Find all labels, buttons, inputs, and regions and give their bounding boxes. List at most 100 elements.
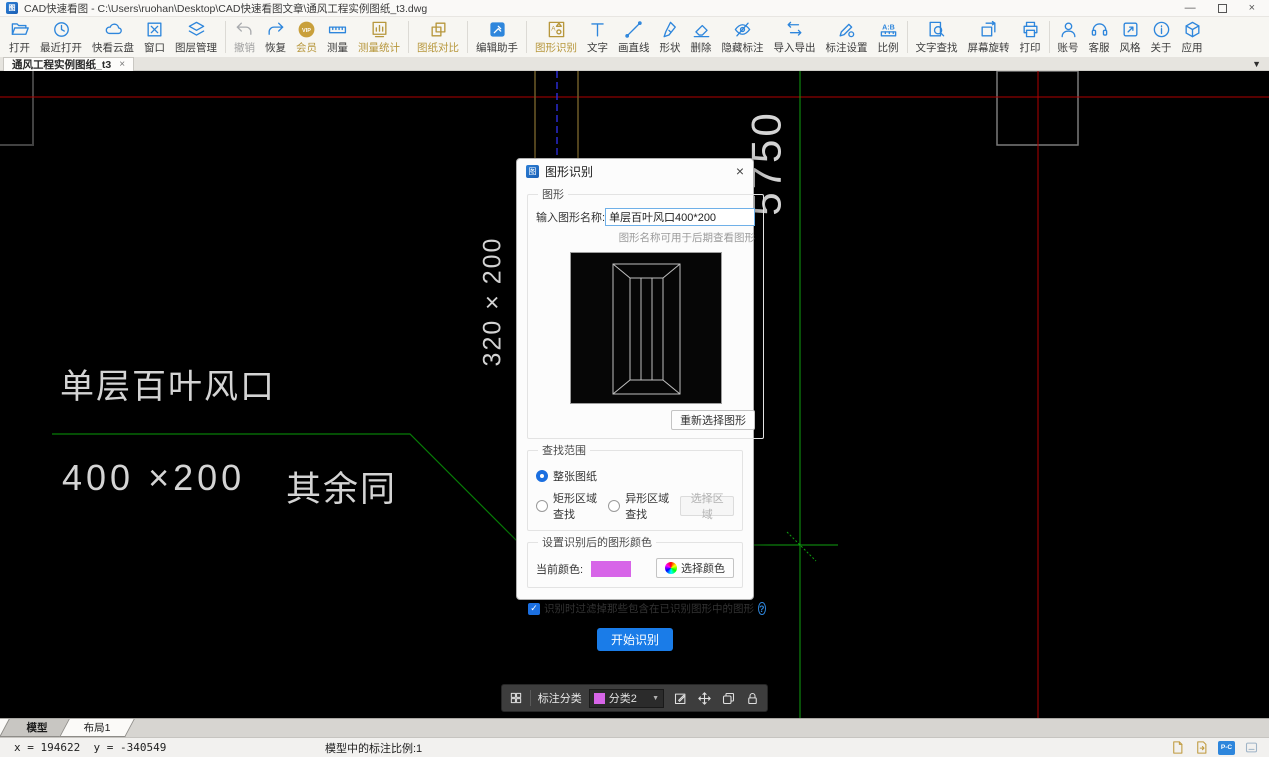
reselect-shape-button[interactable]: 重新选择图形 — [671, 410, 755, 430]
toolbar-divider — [225, 21, 226, 53]
color-wheel-icon — [665, 562, 677, 574]
toolbar-button-print[interactable]: 打印 — [1015, 18, 1046, 56]
compare-icon — [429, 20, 448, 39]
current-color-label: 当前颜色: — [536, 561, 583, 577]
toolbar-button-account[interactable]: 账号 — [1053, 18, 1084, 56]
ruler-icon — [328, 20, 347, 39]
shape-group-legend: 图形 — [538, 186, 568, 202]
toolbar-divider — [408, 21, 409, 53]
print-icon — [1021, 20, 1040, 39]
toolbar-button-ruler[interactable]: 测量 — [322, 18, 353, 56]
lock-tool-button[interactable] — [745, 691, 760, 706]
toolbar-button-app[interactable]: 应用 — [1177, 18, 1208, 56]
style-icon — [1121, 20, 1140, 39]
toolbar-button-ratio[interactable]: A:B比例 — [873, 18, 904, 56]
board-icon — [1244, 740, 1259, 755]
toolbar-button-import-export[interactable]: 导入导出 — [769, 18, 821, 56]
pick-color-button[interactable]: 选择颜色 — [656, 558, 734, 578]
share-export-icon[interactable] — [1194, 740, 1209, 755]
toolbar-button-folder-open[interactable]: 打开 — [4, 18, 35, 56]
filter-checkbox[interactable]: ✓ — [528, 603, 540, 615]
toolbar-button-cloud[interactable]: 快看云盘 — [87, 18, 139, 56]
toolbar-button-recognize[interactable]: A图形识别 — [530, 18, 582, 56]
copy-tool-button[interactable] — [721, 691, 736, 706]
svg-text:VIP: VIP — [302, 27, 311, 33]
toolbar-button-undo[interactable]: 撤销 — [229, 18, 260, 56]
move-icon — [697, 691, 712, 706]
maximize-button[interactable] — [1218, 4, 1227, 13]
pdf-export-icon[interactable] — [1170, 740, 1185, 755]
tab-overflow-caret-icon[interactable]: ▼ — [1252, 59, 1261, 69]
toolbar-divider — [907, 21, 908, 53]
document-tab[interactable]: 通风工程实例图纸_t3 × — [3, 57, 134, 71]
toolbar-button-hide[interactable]: 隐藏标注 — [717, 18, 769, 56]
dialog-app-icon: 图 — [526, 165, 539, 178]
toolbar-button-vip[interactable]: VIP会员 — [291, 18, 322, 56]
dialog-title: 图形识别 — [545, 163, 593, 180]
toolbar-button-compare[interactable]: 图纸对比 — [412, 18, 464, 56]
radio-option[interactable]: 整张图纸 — [536, 468, 597, 484]
toolbar-divider — [526, 21, 527, 53]
toolbar-button-stats[interactable]: 测量统计 — [353, 18, 405, 56]
stats-icon — [370, 20, 389, 39]
dialog-close-icon[interactable]: × — [736, 164, 744, 178]
rotate-icon — [979, 20, 998, 39]
edit-icon — [673, 691, 688, 706]
toolbar-button-clock[interactable]: 最近打开 — [35, 18, 87, 56]
toolbar-button-settings[interactable]: 标注设置 — [821, 18, 873, 56]
toolbar-button-line[interactable]: 画直线 — [613, 18, 655, 56]
redo-icon — [266, 20, 285, 39]
chevron-down-icon: ▼ — [652, 695, 659, 702]
start-recognition-button[interactable]: 开始识别 — [597, 628, 673, 651]
toolbar-button-layers[interactable]: 图层管理 — [170, 18, 222, 56]
edit-tool-button[interactable] — [673, 691, 688, 706]
cad-text-vent-label: 单层百叶风口 — [60, 359, 276, 408]
toolbar-button-window[interactable]: 窗口 — [139, 18, 170, 56]
category-dropdown[interactable]: 分类2 ▼ — [589, 689, 664, 708]
move-tool-button[interactable] — [697, 691, 712, 706]
toolbar-button-style[interactable]: 风格 — [1115, 18, 1146, 56]
help-icon[interactable]: ? — [758, 602, 766, 615]
close-button[interactable]: × — [1249, 0, 1255, 17]
shape-preview — [570, 252, 722, 404]
minimize-button[interactable]: — — [1185, 0, 1196, 17]
find-icon — [927, 20, 946, 39]
text-icon — [588, 20, 607, 39]
assistant-icon — [488, 20, 507, 39]
account-icon — [1059, 20, 1078, 39]
search-range-group: 查找范围 整张图纸 矩形区域查找异形区域查找选择区域 — [527, 442, 743, 531]
radio-option[interactable]: 矩形区域查找 — [536, 490, 603, 522]
annotation-category-label: 标注分类 — [538, 690, 582, 706]
toolbar-button-find[interactable]: 文字查找 — [911, 18, 963, 56]
cad-text-dimension: 400 ×200 — [62, 457, 245, 499]
toolbar-button-rotate[interactable]: 屏幕旋转 — [963, 18, 1015, 56]
whiteboard-icon[interactable] — [1244, 740, 1259, 755]
sheet-tab-layout[interactable]: 布局1 — [64, 719, 130, 737]
grid-icon — [509, 691, 523, 705]
wall-line-gray — [0, 71, 33, 145]
cad-text-vertical-320x200: 320 × 200 — [478, 237, 507, 367]
category-grid-icon[interactable] — [509, 691, 523, 705]
category-color-swatch — [594, 693, 605, 704]
window-icon — [145, 20, 164, 39]
svg-text:A:B: A:B — [882, 23, 895, 31]
pc-sync-icon[interactable]: P-C — [1218, 741, 1235, 755]
shape-group: 图形 输入图形名称: 图形名称可用于后期查看图形 重新选择 — [527, 186, 764, 439]
select-area-button[interactable]: 选择区域 — [680, 496, 734, 516]
toolbar-button-text[interactable]: 文字 — [582, 18, 613, 56]
toolbar-button-redo[interactable]: 恢复 — [260, 18, 291, 56]
radio-option[interactable]: 异形区域查找 — [608, 490, 675, 522]
shape-name-hint: 图形名称可用于后期查看图形 — [536, 230, 755, 245]
svg-text:A: A — [551, 25, 556, 32]
toolbar-button-about[interactable]: 关于 — [1146, 18, 1177, 56]
cad-text-rest-same: 其余同 — [286, 461, 397, 512]
toolbar-button-assistant[interactable]: 编辑助手 — [471, 18, 523, 56]
shape-name-input[interactable] — [605, 208, 755, 226]
toolbar-button-shape[interactable]: 形状 — [655, 18, 686, 56]
clock-icon — [52, 20, 71, 39]
toolbar-button-eraser[interactable]: 删除 — [686, 18, 717, 56]
document-tab-close-icon[interactable]: × — [119, 59, 125, 70]
cloud-icon — [104, 20, 123, 39]
settings-icon — [837, 20, 856, 39]
toolbar-button-service[interactable]: 客服 — [1084, 18, 1115, 56]
